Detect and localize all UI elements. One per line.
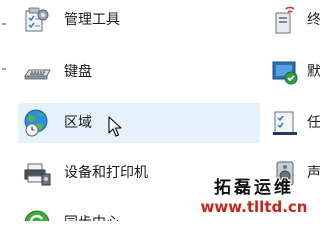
item-admin-tools[interactable]: 管理工具 [18, 0, 260, 40]
taskbar-icon [273, 111, 297, 135]
item-label: 默 [307, 64, 320, 80]
mouse-cursor-icon [108, 116, 122, 137]
item-taskbar[interactable]: 任 [267, 103, 320, 143]
item-label: 设备和打印机 [64, 165, 148, 181]
item-default-programs[interactable]: 默 [267, 52, 320, 92]
item-label: 键盘 [64, 64, 92, 80]
item-label: 终 [307, 12, 320, 28]
item-region[interactable]: 区域 [18, 103, 260, 143]
item-sync-center[interactable]: 同步中心 [18, 203, 260, 221]
item-label: 声 [307, 165, 320, 181]
region-globe-icon [24, 109, 48, 137]
edge-mark [2, 68, 6, 70]
left-edge [0, 0, 17, 221]
item-sound[interactable]: 声 [267, 153, 320, 193]
devices-printers-icon [24, 163, 51, 186]
admin-tools-icon [25, 7, 49, 32]
item-keyboard[interactable]: 键盘 [18, 52, 260, 92]
item-label: 同步中心 [64, 203, 120, 221]
control-panel-grid: 管理工具 键盘 区域 设备和打印机 终 默 任 声 拓磊运维 www.tlltd… [0, 0, 320, 221]
default-programs-icon [272, 61, 298, 85]
item-label: 区域 [64, 115, 92, 131]
keyboard-icon [24, 69, 51, 80]
item-network[interactable]: 终 [267, 0, 320, 40]
item-label: 任 [307, 115, 320, 131]
edge-mark [2, 23, 6, 25]
item-devices-printers[interactable]: 设备和打印机 [18, 153, 260, 193]
sync-center-icon [24, 210, 50, 221]
item-label: 管理工具 [64, 12, 120, 28]
network-icon [275, 6, 295, 34]
sound-icon [276, 161, 294, 186]
